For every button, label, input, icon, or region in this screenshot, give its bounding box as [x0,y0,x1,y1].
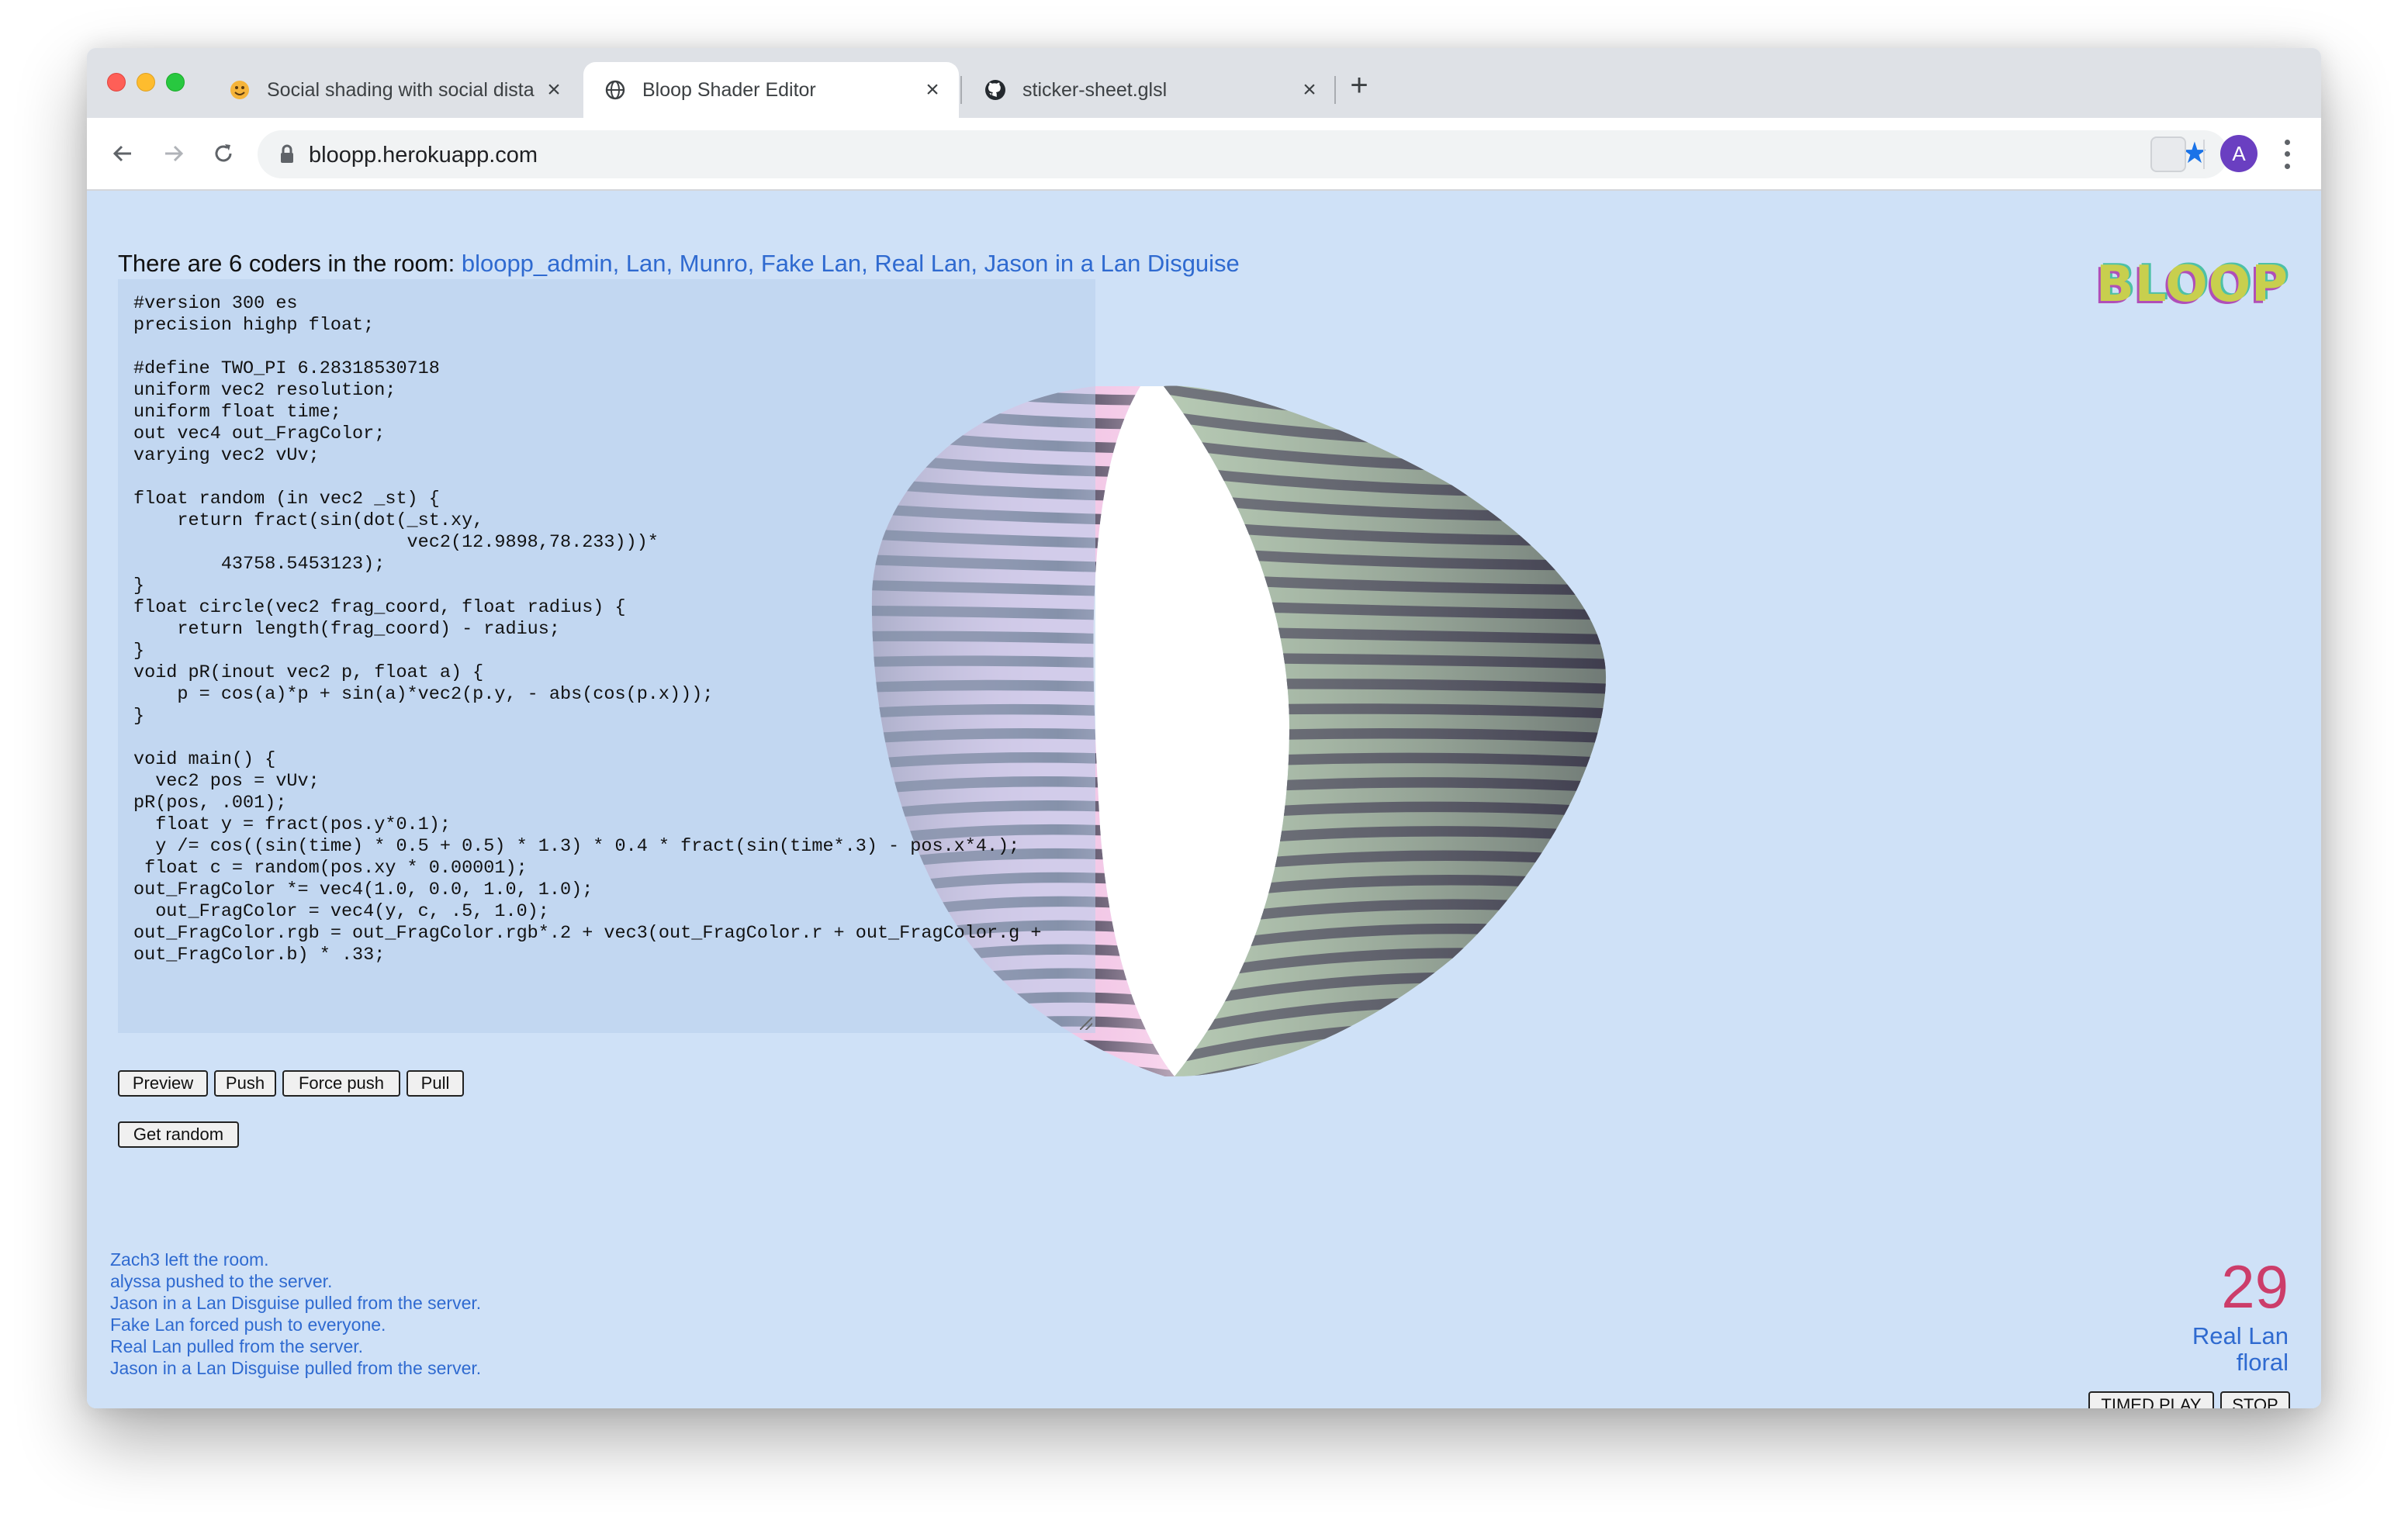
close-tab-icon[interactable]: × [1299,78,1320,102]
code-text[interactable]: #version 300 es precision highp float; #… [133,293,1042,966]
page-content: There are 6 coders in the room: bloopp_a… [87,191,2321,1408]
browser-toolbar: bloopp.herokuapp.com ★ A [87,118,2321,191]
tab-separator [1334,76,1336,104]
globe-icon [604,78,627,102]
extension-icon[interactable] [2150,136,2186,172]
close-tab-icon[interactable]: × [922,78,943,102]
timed-play-button[interactable]: TIMED PLAY [2088,1391,2214,1408]
tab-title: Social shading with social dista [267,78,535,101]
code-editor[interactable]: #version 300 es precision highp float; #… [118,279,1095,1033]
preview-button[interactable]: Preview [118,1070,208,1097]
emoji-face-icon [228,78,251,102]
url-text: bloopp.herokuapp.com [309,143,538,168]
shader-stripe [1157,329,1623,375]
shader-stripe [1164,1069,1607,1076]
room-members-list[interactable]: bloopp_admin, Lan, Munro, Fake Lan, Real… [462,250,1240,277]
tab-strip: Social shading with social dista × Bloop… [87,48,2321,118]
tab-sticker-sheet[interactable]: sticker-sheet.glsl × [964,62,1336,118]
round-word: floral [2236,1349,2289,1376]
stop-button[interactable]: STOP [2220,1391,2290,1408]
forward-button[interactable] [155,135,192,172]
reload-icon [215,144,232,162]
log-entry: Zach3 left the room. [110,1253,269,1270]
log-entry: Jason in a Lan Disguise pulled from the … [110,1293,482,1313]
browser-window: Social shading with social dista × Bloop… [87,48,2321,1408]
close-tab-icon[interactable]: × [543,78,565,102]
address-bar[interactable]: bloopp.herokuapp.com ★ [258,130,2228,178]
bloop-logo: BLOOP [2096,256,2289,313]
tab-bloop-shader-editor[interactable]: Bloop Shader Editor × [583,62,959,118]
tab-title: Bloop Shader Editor [642,78,816,101]
shader-stripe [871,1063,1175,1076]
lock-icon [279,144,295,168]
log-entry: Fake Lan forced push to everyone. [110,1315,386,1335]
tab-social-shading[interactable]: Social shading with social dista × [208,62,580,118]
arrow-left-icon [112,145,131,162]
room-info: There are 6 coders in the room: bloopp_a… [118,250,1240,278]
activity-log: Zach3 left the room. alyssa pushed to th… [110,1253,731,1384]
window-minimize-button[interactable] [137,73,155,92]
log-entry: Real Lan pulled from the server. [110,1336,364,1356]
log-entry: Jason in a Lan Disguise pulled from the … [110,1358,482,1378]
force-push-button[interactable]: Force push [282,1070,400,1097]
back-button[interactable] [104,135,141,172]
reload-button[interactable] [205,135,242,172]
profile-avatar[interactable]: A [2220,135,2258,172]
current-player-name: Real Lan [2192,1322,2289,1349]
pull-button[interactable]: Pull [407,1070,464,1097]
tab-separator [960,76,962,104]
window-maximize-button[interactable] [166,73,185,92]
shader-stripe [1164,385,1607,399]
window-close-button[interactable] [107,73,126,92]
toolbar-separator [2203,140,2205,169]
countdown-timer: 29 [2221,1252,2289,1321]
room-prefix: There are 6 coders in the room: [118,250,462,277]
tab-title: sticker-sheet.glsl [1022,78,1168,101]
arrow-right-icon [165,145,184,162]
resize-handle-icon[interactable] [1080,1017,1092,1030]
log-entry: alyssa pushed to the server. [110,1271,333,1291]
new-tab-button[interactable]: + [1342,70,1376,104]
more-menu-icon[interactable] [2279,136,2295,172]
get-random-button[interactable]: Get random [118,1121,239,1148]
github-icon [984,78,1007,102]
push-button[interactable]: Push [214,1070,276,1097]
